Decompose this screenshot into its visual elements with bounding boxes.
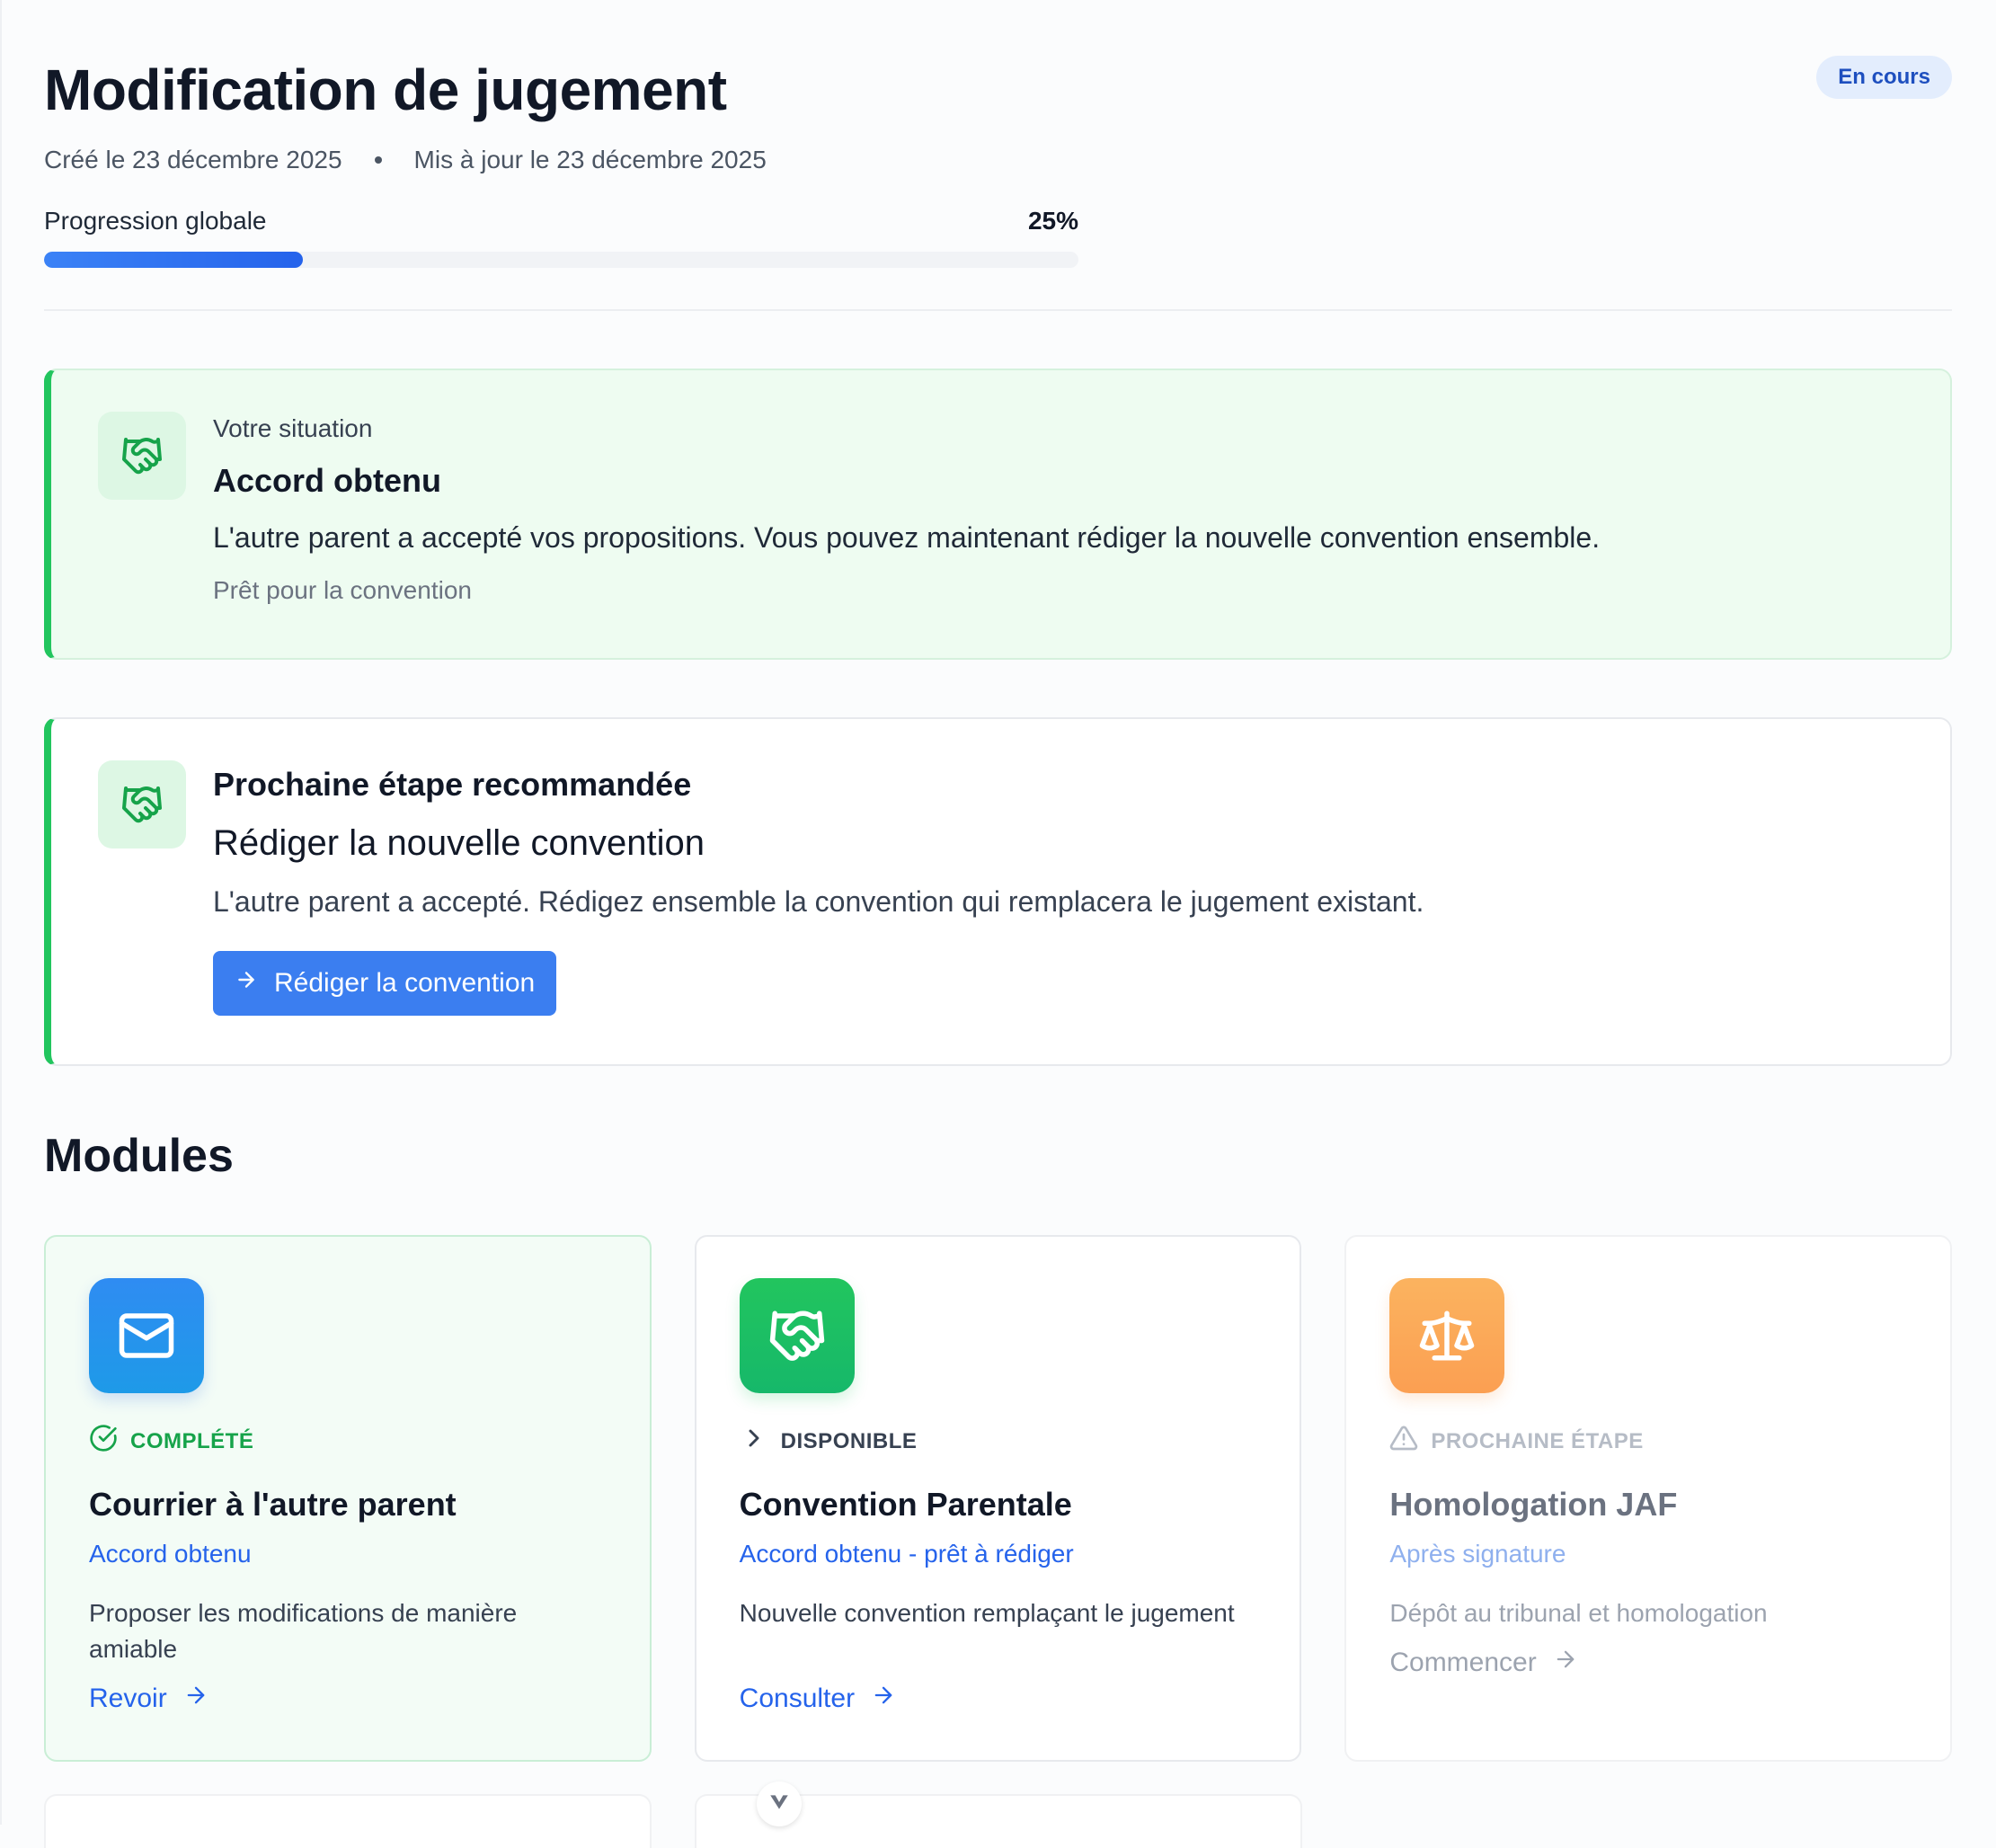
next-step-card: Prochaine étape recommandée Rédiger la n… [44, 717, 1952, 1066]
header-divider [44, 309, 1952, 311]
module-card-letter[interactable]: COMPLÉTÉ Courrier à l'autre parent Accor… [44, 1235, 652, 1762]
next-step-label: Prochaine étape recommandée [213, 766, 692, 803]
situation-title: Accord obtenu [213, 462, 442, 499]
progress-bar-fill [44, 252, 303, 268]
module-title: Homologation JAF [1389, 1486, 1678, 1523]
page-meta: Créé le 23 décembre 2025 Mis à jour le 2… [44, 146, 1952, 174]
module-subtitle: Accord obtenu - prêt à rédiger [739, 1540, 1074, 1568]
warning-icon [1389, 1424, 1418, 1459]
updated-date: Mis à jour le 23 décembre 2025 [413, 146, 767, 173]
module-title: Courrier à l'autre parent [89, 1486, 457, 1523]
situation-description: L'autre parent a accepté vos proposition… [213, 521, 1601, 554]
consult-link[interactable]: Consulter [740, 1683, 896, 1715]
module-subtitle: Après signature [1389, 1540, 1566, 1568]
chevron-right-icon [740, 1424, 768, 1459]
write-convention-button[interactable]: Rédiger la convention [213, 951, 557, 1016]
modules-title: Modules [44, 1130, 234, 1182]
meta-separator-dot [374, 156, 382, 164]
module-description: Proposer les modifications de manière am… [89, 1599, 518, 1663]
progress-value: 25% [1027, 207, 1078, 235]
arrow-right-icon [871, 1683, 896, 1715]
arrow-right-icon [183, 1683, 208, 1715]
page-title: Modification de jugement [44, 58, 727, 122]
handshake-icon [98, 412, 186, 500]
scale-icon [1389, 1278, 1505, 1393]
scroll-down-button[interactable] [757, 1781, 802, 1826]
status-badge: En cours [1816, 56, 1952, 99]
review-link-label: Revoir [89, 1684, 167, 1713]
module-subtitle: Accord obtenu [89, 1540, 252, 1568]
review-link[interactable]: Revoir [89, 1683, 208, 1715]
progress-label: Progression globale [44, 207, 267, 235]
module-title: Convention Parentale [739, 1486, 1072, 1523]
module-card-convention[interactable]: DISPONIBLE Convention Parentale Accord o… [694, 1235, 1302, 1762]
created-date: Créé le 23 décembre 2025 [44, 146, 342, 173]
module-status: DISPONIBLE [740, 1424, 1300, 1459]
module-status-label: DISPONIBLE [780, 1428, 918, 1453]
progress-bar [44, 252, 1078, 268]
situation-eyebrow: Votre situation [213, 414, 373, 442]
progress-header: Progression globale 25% [44, 207, 1078, 235]
left-border [0, 0, 2, 1825]
arrow-right-icon [235, 968, 258, 999]
chevron-down-icon [767, 1792, 791, 1817]
check-circle-icon [89, 1424, 118, 1459]
page-header: Modification de jugement En cours Créé l… [44, 0, 1952, 311]
module-description: Dépôt au tribunal et homologation [1389, 1599, 1768, 1627]
module-status: COMPLÉTÉ [89, 1424, 650, 1459]
module-status-label: PROCHAINE ÉTAPE [1431, 1428, 1644, 1453]
module-status-label: COMPLÉTÉ [130, 1428, 254, 1453]
mail-icon [89, 1278, 204, 1393]
module-description: Nouvelle convention remplaçant le jugeme… [739, 1599, 1235, 1627]
module-card-partial [44, 1794, 652, 1848]
arrow-right-icon [1553, 1647, 1578, 1679]
module-card-homologation[interactable]: PROCHAINE ÉTAPE Homologation JAF Après s… [1344, 1235, 1953, 1762]
page: Modification de jugement En cours Créé l… [0, 0, 1996, 1825]
write-convention-button-label: Rédiger la convention [274, 968, 536, 998]
handshake-icon [739, 1278, 855, 1393]
next-step-description: L'autre parent a accepté. Rédigez ensemb… [213, 885, 1424, 918]
start-link[interactable]: Commencer [1389, 1647, 1577, 1679]
next-step-title: Rédiger la nouvelle convention [213, 823, 705, 863]
modules-grid: COMPLÉTÉ Courrier à l'autre parent Accor… [44, 1235, 1953, 1762]
start-link-label: Commencer [1389, 1648, 1537, 1677]
situation-card: Votre situation Accord obtenu L'autre pa… [44, 369, 1952, 660]
modules-next-row [44, 1794, 1302, 1848]
situation-note: Prêt pour la convention [213, 576, 472, 604]
module-status: PROCHAINE ÉTAPE [1389, 1424, 1950, 1459]
handshake-icon [98, 760, 186, 848]
consult-link-label: Consulter [739, 1684, 856, 1713]
